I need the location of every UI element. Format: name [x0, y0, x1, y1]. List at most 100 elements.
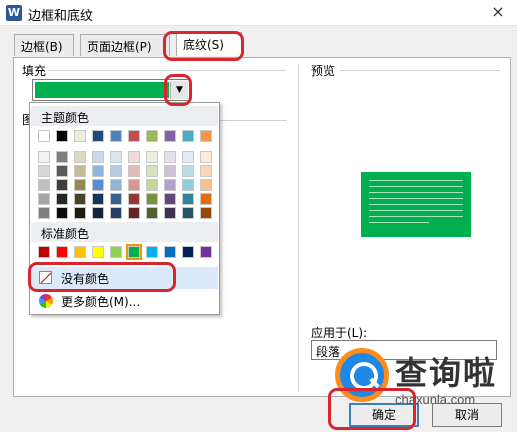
theme-shade-swatch[interactable] [110, 165, 122, 177]
preview-text-line [369, 204, 463, 205]
theme-shade-swatch[interactable] [128, 207, 140, 219]
theme-colors-header: 主题颜色 [31, 106, 218, 126]
preview-text-line [369, 186, 463, 187]
theme-shade-swatch[interactable] [128, 165, 140, 177]
no-color-label: 没有颜色 [61, 272, 110, 286]
theme-shade-swatch[interactable] [200, 207, 212, 219]
theme-shade-swatch[interactable] [38, 207, 50, 219]
theme-shade-swatch[interactable] [56, 207, 68, 219]
theme-shade-swatch[interactable] [200, 179, 212, 191]
theme-shade-swatch[interactable] [164, 165, 176, 177]
preview-label: 预览 [311, 64, 336, 78]
fill-color-dropdown[interactable]: ▼ [32, 79, 190, 101]
theme-shade-swatch[interactable] [182, 165, 194, 177]
more-colors-label: 更多颜色(M)... [61, 295, 141, 309]
theme-shade-swatch[interactable] [56, 151, 68, 163]
theme-color-swatch[interactable] [146, 130, 158, 142]
standard-color-swatch[interactable] [92, 246, 104, 258]
close-button[interactable]: × [489, 3, 507, 21]
theme-shade-swatch[interactable] [110, 207, 122, 219]
theme-color-swatch[interactable] [110, 130, 122, 142]
standard-color-swatch[interactable] [200, 246, 212, 258]
theme-shade-swatch[interactable] [38, 193, 50, 205]
theme-color-swatch[interactable] [128, 130, 140, 142]
preview-text-line [369, 210, 463, 211]
theme-shade-swatch[interactable] [182, 193, 194, 205]
pattern-group-line [215, 120, 287, 121]
theme-shade-swatch[interactable] [182, 151, 194, 163]
chevron-down-icon[interactable]: ▼ [170, 81, 188, 99]
theme-shade-swatch[interactable] [38, 179, 50, 191]
theme-shade-swatch[interactable] [74, 151, 86, 163]
theme-color-swatch[interactable] [92, 130, 104, 142]
preview-box [361, 172, 471, 237]
theme-shade-swatch[interactable] [200, 193, 212, 205]
theme-shade-swatch[interactable] [128, 179, 140, 191]
standard-color-swatch[interactable] [38, 246, 50, 258]
watermark-brand: 查询啦 [395, 354, 498, 392]
theme-shade-swatch[interactable] [92, 207, 104, 219]
standard-color-swatch[interactable] [146, 246, 158, 258]
no-color-item[interactable]: 没有颜色 [31, 267, 218, 289]
standard-color-swatch[interactable] [126, 244, 142, 260]
theme-shade-swatch[interactable] [110, 193, 122, 205]
standard-color-swatch[interactable] [110, 246, 122, 258]
preview-text-line [369, 180, 463, 181]
watermark-url: chaxunla.com [395, 392, 476, 407]
tab-page-border[interactable]: 页面边框(P) [80, 34, 170, 56]
theme-shade-swatch[interactable] [164, 179, 176, 191]
theme-color-swatch[interactable] [38, 130, 50, 142]
theme-shade-swatch[interactable] [164, 151, 176, 163]
theme-color-swatch[interactable] [56, 130, 68, 142]
theme-shade-swatch[interactable] [110, 179, 122, 191]
theme-shade-swatch[interactable] [146, 207, 158, 219]
theme-shade-swatch[interactable] [92, 151, 104, 163]
theme-shade-swatch[interactable] [92, 165, 104, 177]
theme-color-swatch[interactable] [182, 130, 194, 142]
theme-shade-swatch[interactable] [92, 193, 104, 205]
theme-shade-swatch[interactable] [110, 151, 122, 163]
theme-shade-swatch[interactable] [74, 179, 86, 191]
theme-shade-swatch[interactable] [182, 207, 194, 219]
theme-shade-swatch[interactable] [146, 179, 158, 191]
theme-shade-swatch[interactable] [164, 193, 176, 205]
theme-shade-swatch[interactable] [74, 193, 86, 205]
theme-color-swatch[interactable] [74, 130, 86, 142]
fill-color-swatch [35, 82, 169, 98]
theme-shade-swatch[interactable] [146, 193, 158, 205]
theme-shade-swatch[interactable] [128, 193, 140, 205]
apply-to-label: 应用于(L): [311, 326, 368, 340]
theme-shade-swatch[interactable] [92, 179, 104, 191]
preview-divider [298, 64, 299, 392]
fill-group-line [48, 70, 286, 71]
theme-shade-swatch[interactable] [56, 165, 68, 177]
theme-shade-swatch[interactable] [200, 165, 212, 177]
theme-shade-swatch[interactable] [38, 151, 50, 163]
watermark-logo: 查询啦 chaxunla.com [335, 348, 505, 418]
theme-color-swatch[interactable] [200, 130, 212, 142]
theme-shade-swatch[interactable] [38, 165, 50, 177]
theme-shade-swatch[interactable] [200, 151, 212, 163]
theme-shade-swatch[interactable] [146, 165, 158, 177]
theme-shade-swatch[interactable] [182, 179, 194, 191]
standard-colors-header: 标准颜色 [31, 222, 218, 242]
tab-shading[interactable]: 底纹(S) [176, 32, 242, 56]
preview-text-line [369, 192, 463, 193]
standard-color-swatch[interactable] [74, 246, 86, 258]
preview-text-line [369, 198, 463, 199]
standard-color-swatch[interactable] [56, 246, 68, 258]
theme-shade-swatch[interactable] [128, 151, 140, 163]
standard-color-swatch[interactable] [182, 246, 194, 258]
theme-shade-swatch[interactable] [56, 193, 68, 205]
theme-shade-swatch[interactable] [164, 207, 176, 219]
theme-color-swatch[interactable] [164, 130, 176, 142]
theme-shade-swatch[interactable] [56, 179, 68, 191]
theme-shade-swatch[interactable] [146, 151, 158, 163]
more-colors-item[interactable]: 更多颜色(M)... [31, 290, 218, 312]
theme-shade-swatch[interactable] [74, 207, 86, 219]
preview-group-line [340, 70, 500, 71]
preview-text-line [369, 222, 429, 223]
tab-border[interactable]: 边框(B) [14, 34, 74, 56]
theme-shade-swatch[interactable] [74, 165, 86, 177]
standard-color-swatch[interactable] [164, 246, 176, 258]
